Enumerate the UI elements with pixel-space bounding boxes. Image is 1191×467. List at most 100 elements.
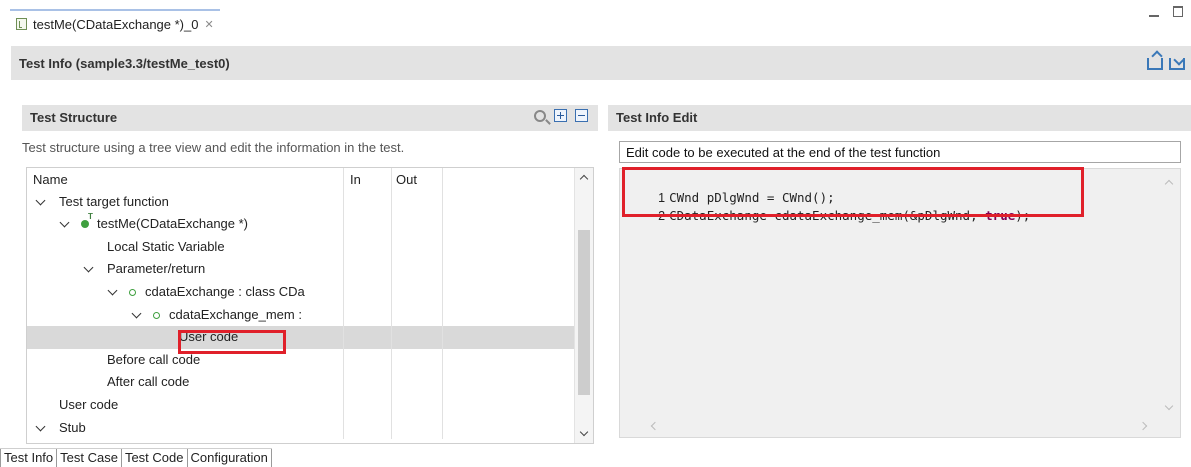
- tree-cell-in[interactable]: [343, 326, 391, 349]
- tree-cell-name: Parameter/return: [27, 258, 343, 281]
- tree-cell-name: Test target function: [27, 191, 343, 214]
- tree-cell-out[interactable]: [391, 235, 443, 259]
- tree-node-label: After call code: [107, 374, 190, 390]
- method-icon: [81, 213, 93, 229]
- edit-caption-field[interactable]: Edit code to be executed at the end of t…: [619, 141, 1181, 163]
- editor-scroll-down-icon[interactable]: [1164, 401, 1174, 411]
- tab-configuration[interactable]: Configuration: [187, 449, 272, 467]
- tree-cell-out[interactable]: [391, 371, 443, 394]
- scroll-up-arrow-icon[interactable]: [579, 174, 589, 184]
- export-icon[interactable]: [1147, 58, 1163, 70]
- tree-cell-out[interactable]: [391, 348, 443, 372]
- tree-cell-in[interactable]: [343, 190, 391, 214]
- tree-cell-name: User code: [27, 394, 343, 417]
- tree-row[interactable]: testMe(CDataExchange *): [27, 213, 575, 236]
- tree-cell-out[interactable]: [391, 394, 443, 417]
- tree-cell-name: cdataExchange : class CDa: [27, 281, 343, 304]
- test-file-icon: [16, 18, 27, 30]
- chevron-down-icon[interactable]: [35, 421, 46, 432]
- window-controls: [1149, 6, 1183, 17]
- tab-test-case[interactable]: Test Case: [57, 449, 122, 467]
- chevron-down-icon[interactable]: [35, 195, 46, 206]
- tree-header-row: Name In Out: [27, 168, 575, 191]
- column-name-header[interactable]: Name: [27, 168, 343, 191]
- test-info-edit-header: Test Info Edit: [608, 105, 1191, 131]
- minimize-icon[interactable]: [1149, 7, 1159, 17]
- chevron-down-icon[interactable]: [131, 308, 142, 319]
- code-text: CDataExchange cdataExchange_mem(&pDlgWnd…: [669, 208, 986, 223]
- field-icon: [153, 311, 160, 319]
- editor-scroll-right-icon[interactable]: [1138, 421, 1148, 431]
- tree-row[interactable]: cdataExchange_mem :: [27, 303, 575, 327]
- tree-cell-in[interactable]: [343, 281, 391, 304]
- tab-test-code[interactable]: Test Code: [121, 449, 188, 467]
- tree-cell-in[interactable]: [343, 303, 391, 327]
- import-icon[interactable]: [1169, 58, 1185, 70]
- code-line[interactable]: 1 CWnd pDlgWnd = CWnd();: [628, 175, 835, 205]
- tree-node-label: Stub: [59, 419, 86, 435]
- column-in-header[interactable]: In: [343, 168, 391, 191]
- tree-node-label: Local Static Variable: [107, 238, 225, 254]
- chevron-down-icon[interactable]: [107, 285, 118, 296]
- tree-row[interactable]: Before call code: [27, 348, 575, 372]
- test-structure-description: Test structure using a tree view and edi…: [22, 140, 405, 155]
- tree-cell-out[interactable]: [391, 326, 443, 349]
- tree-cell-out[interactable]: [391, 190, 443, 214]
- close-icon[interactable]: ✕: [204, 18, 213, 31]
- search-icon[interactable]: [534, 109, 546, 122]
- expand-all-icon[interactable]: [554, 109, 567, 122]
- tree-cell-name: Local Static Variable: [27, 236, 343, 259]
- tree-cell-in[interactable]: [343, 371, 391, 394]
- tree-cell-name: cdataExchange_mem :: [27, 304, 343, 327]
- tree-vertical-scrollbar[interactable]: [574, 168, 593, 443]
- tree-cell-in[interactable]: [343, 394, 391, 417]
- tree-cell-out[interactable]: [391, 213, 443, 236]
- page-title: Test Info (sample3.3/testMe_test0): [19, 55, 230, 71]
- tree-node-label: User code: [179, 329, 239, 345]
- code-line[interactable]: 2 CDataExchange cdataExchange_mem(&pDlgWn…: [628, 193, 1030, 223]
- tree-cell-name: Before call code: [27, 349, 343, 372]
- tree-node-label: User code: [59, 397, 119, 412]
- chevron-down-icon[interactable]: [83, 262, 94, 273]
- tree-row[interactable]: User code: [27, 326, 575, 349]
- test-structure-tree[interactable]: Name In Out Test target function testMe(C…: [26, 167, 594, 444]
- tree-row[interactable]: User code: [27, 394, 575, 417]
- maximize-icon[interactable]: [1173, 6, 1183, 17]
- tree-cell-in[interactable]: [343, 235, 391, 259]
- editor-tab[interactable]: testMe(CDataExchange *)_0 ✕: [10, 9, 220, 35]
- editor-scroll-left-icon[interactable]: [650, 421, 660, 431]
- tree-cell-out[interactable]: [391, 303, 443, 327]
- tree-cell-in[interactable]: [343, 348, 391, 372]
- tree-row[interactable]: cdataExchange : class CDa: [27, 281, 575, 304]
- tree-cell-in[interactable]: [343, 258, 391, 281]
- collapse-all-icon[interactable]: [575, 109, 588, 122]
- scrollbar-thumb[interactable]: [578, 230, 590, 395]
- scroll-down-arrow-icon[interactable]: [579, 427, 589, 437]
- tree-node-label: Before call code: [107, 351, 201, 367]
- tree-cell-name: After call code: [27, 371, 343, 394]
- tree-cell-out[interactable]: [391, 416, 443, 440]
- tree-node-label: cdataExchange_mem :: [169, 306, 302, 322]
- tree-row[interactable]: After call code: [27, 371, 575, 394]
- tree-cell-in[interactable]: [343, 416, 391, 440]
- tree-cell-out[interactable]: [391, 258, 443, 281]
- tree-cell-name: testMe(CDataExchange *): [27, 213, 343, 236]
- tree-cell-in[interactable]: [343, 213, 391, 236]
- tree-node-label: Parameter/return: [107, 261, 206, 277]
- test-info-title-bar: Test Info (sample3.3/testMe_test0): [11, 46, 1191, 80]
- code-editor[interactable]: 1 CWnd pDlgWnd = CWnd(); 2 CDataExchange c…: [619, 168, 1181, 438]
- tab-test-info[interactable]: Test Info: [0, 449, 58, 467]
- tree-row[interactable]: Stub: [27, 416, 575, 440]
- column-out-header[interactable]: Out: [391, 168, 443, 191]
- tree-cell-out[interactable]: [391, 281, 443, 304]
- tree-row[interactable]: Local Static Variable: [27, 235, 575, 259]
- test-structure-title: Test Structure: [30, 110, 118, 125]
- field-icon: [129, 289, 136, 296]
- tree-row[interactable]: Parameter/return: [27, 258, 575, 281]
- tree-row[interactable]: Test target function: [27, 190, 575, 214]
- code-text: );: [1015, 208, 1031, 223]
- tree-node-label: Test target function: [59, 193, 169, 209]
- tree-cell-name: Stub: [27, 417, 343, 440]
- chevron-down-icon[interactable]: [59, 217, 70, 228]
- editor-scroll-up-icon[interactable]: [1164, 179, 1174, 189]
